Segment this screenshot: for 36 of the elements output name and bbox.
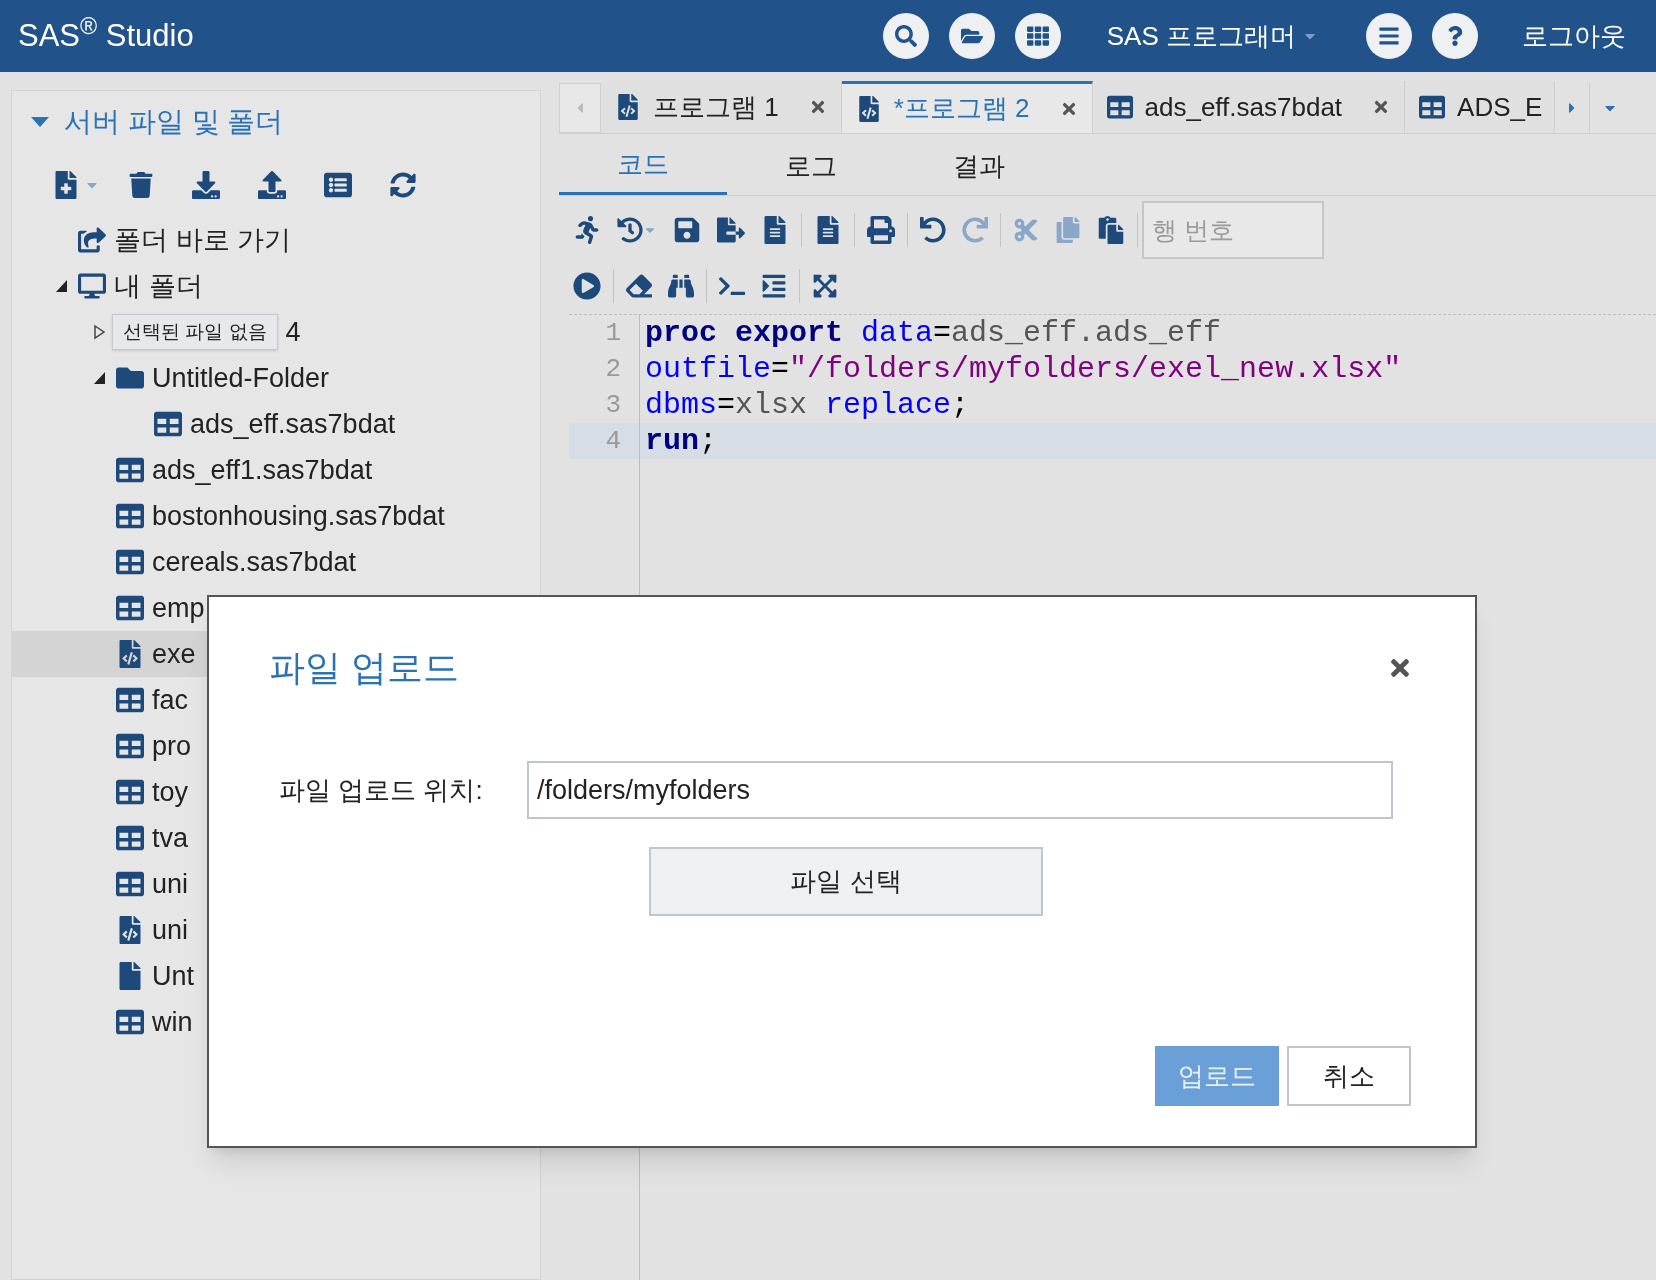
tree-label: fac — [152, 683, 189, 717]
line-number: 4 — [604, 424, 621, 458]
dialog-title: 파일 업로드 — [269, 646, 459, 690]
code-line: run; — [645, 422, 718, 460]
code-line: dbms=xlsx replace; — [645, 386, 970, 424]
tree-label: bostonhousing.sas7bdat — [152, 499, 445, 533]
tab-label: ads_eff.sas7bdat — [1144, 90, 1343, 124]
line-number: 2 — [604, 352, 621, 386]
tree-label: 4 — [285, 315, 301, 349]
tooltip: 선택된 파일 없음 — [112, 313, 278, 351]
tree-label: pro — [152, 729, 192, 763]
tree-label: uni — [152, 867, 189, 901]
code-line: outfile="/folders/myfolders/exel_new.xlsx" — [645, 350, 1402, 388]
tree-label: uni — [152, 913, 189, 947]
panel-title: 서버 파일 및 폴더 — [64, 105, 284, 139]
tree-label: toy — [152, 775, 189, 809]
tab-label: *프로그램 2 — [893, 92, 1030, 125]
line-number: 3 — [604, 388, 621, 422]
tab-label: 프로그램 1 — [653, 90, 779, 124]
tree-label: tva — [152, 821, 189, 855]
tree-label: ads_eff.sas7bdat — [190, 407, 396, 441]
line-number: 1 — [604, 316, 621, 350]
code-line: proc export data=ads_eff.ads_eff — [645, 314, 1222, 352]
app-title: SAS$^{®}$ Studio — [18, 12, 194, 55]
tree-label: Unt — [152, 959, 195, 993]
tree-label: 내 폴더 — [114, 269, 203, 303]
field-label: 파일 업로드 위치: — [278, 773, 484, 807]
upload-button: 업로드 — [1155, 1046, 1279, 1106]
tree-label: ads_eff1.sas7bdat — [152, 453, 373, 487]
tree-label: Untitled-Folder — [152, 361, 330, 395]
tree-label: exe — [152, 637, 196, 671]
tab-label: ADS_E — [1457, 90, 1543, 124]
tree-label: cereals.sas7bdat — [152, 545, 357, 579]
tree-label: win — [152, 1005, 193, 1039]
tree-label: emp — [152, 591, 205, 625]
tree-label: 폴더 바로 가기 — [114, 223, 291, 257]
